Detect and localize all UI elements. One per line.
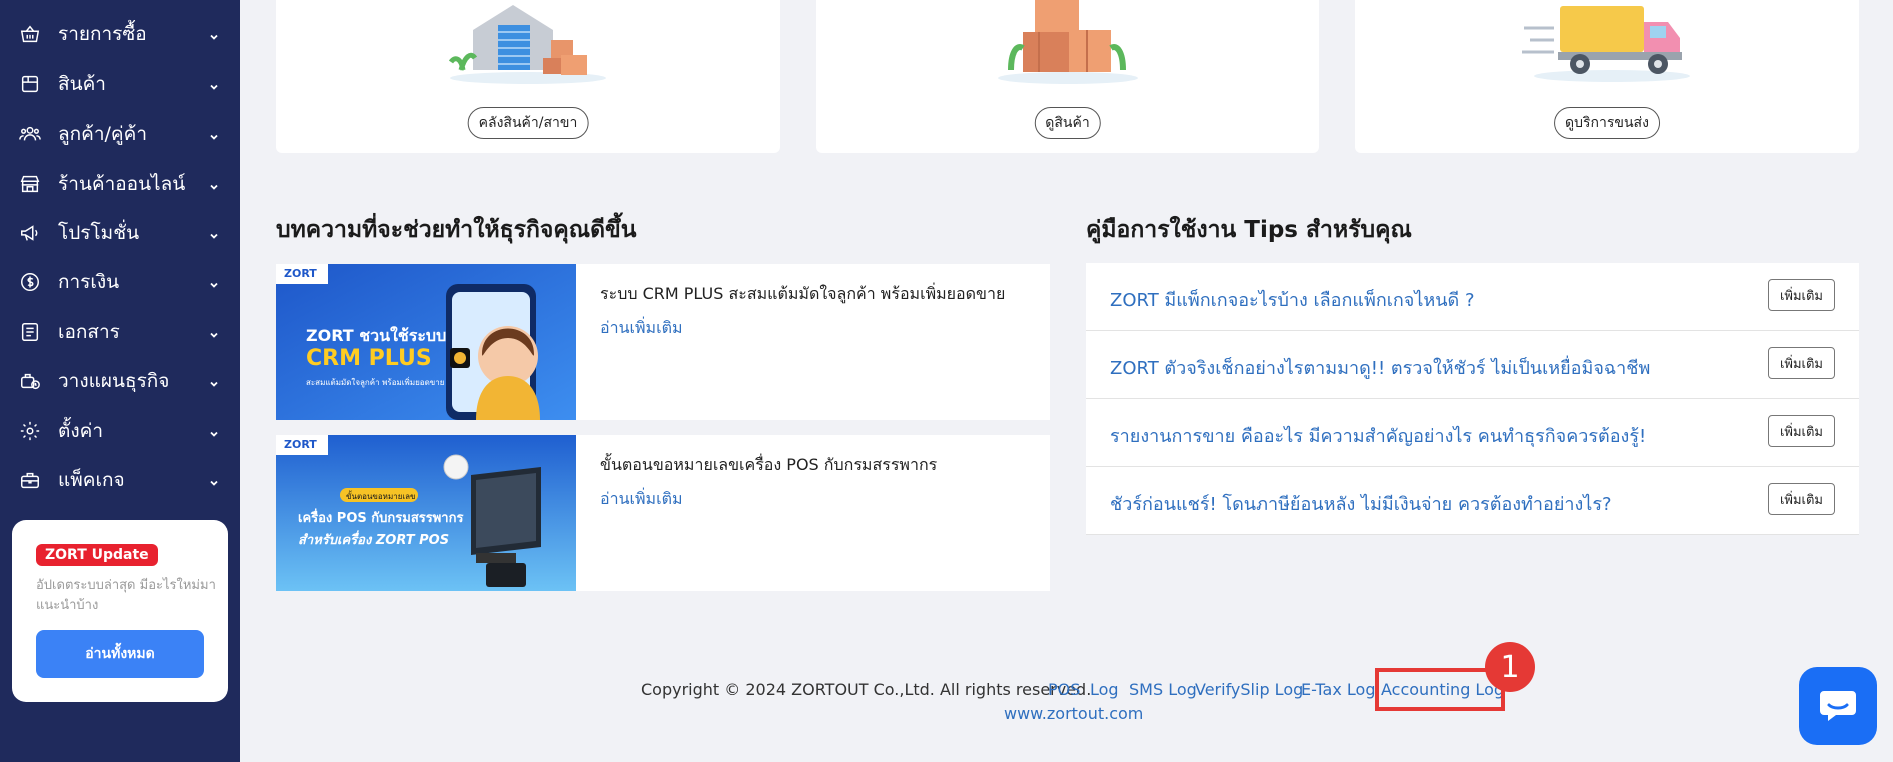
sidebar-item-label: ร้านค้าออนไลน์ [58, 173, 186, 195]
zort-logo: ZORT [284, 267, 317, 280]
tip-link[interactable]: รายงานการขาย คืออะไร มีความสำคัญอย่างไร … [1110, 421, 1646, 450]
sidebar-item-products[interactable]: สินค้า [0, 64, 240, 104]
articles-section-title: บทความที่จะช่วยทำให้ธุรกิจคุณดีขึ้น [276, 217, 637, 243]
article-thumbnail[interactable]: ZORT ขั้นตอนขอหมายเลข เครื่อง POS กับกรม… [276, 435, 576, 591]
tip-link[interactable]: ZORT ตัวจริงเช็กอย่างไรตามมาดู!! ตรวจให้… [1110, 353, 1650, 382]
chevron-down-icon [208, 326, 220, 338]
products-card: ดูสินค้า [816, 0, 1319, 153]
update-badge: ZORT Update [36, 544, 158, 566]
more-button[interactable]: เพิ่มเติม [1768, 415, 1835, 447]
sidebar-item-label: แพ็คเกจ [58, 469, 125, 491]
megaphone-icon [18, 221, 42, 245]
tip-link[interactable]: ชัวร์ก่อนแชร์! โดนภาษีย้อนหลัง ไม่มีเงิน… [1110, 489, 1612, 518]
planning-icon [18, 369, 42, 393]
sidebar-item-purchases[interactable]: รายการซื้อ [0, 14, 240, 54]
chevron-down-icon [208, 178, 220, 190]
tips-list: ZORT มีแพ็กเกจอะไรบ้าง เลือกแพ็กเกจไหนดี… [1086, 263, 1859, 535]
store-icon [18, 172, 42, 196]
dollar-icon [18, 270, 42, 294]
sidebar-item-label: การเงิน [58, 271, 120, 293]
article-title: ขั้นตอนขอหมายเลขเครื่อง POS กับกรมสรรพาก… [600, 455, 938, 474]
sidebar: รายการซื้อ สินค้า ลูกค้า/คู่ค้า ร้านค้าอ… [0, 0, 240, 762]
read-all-button[interactable]: อ่านทั้งหมด [36, 630, 204, 678]
sidebar-item-label: วางแผนธุรกิจ [58, 370, 170, 392]
users-icon [18, 122, 42, 146]
view-shipping-button[interactable]: ดูบริการขนส่ง [1554, 107, 1660, 139]
tip-link[interactable]: ZORT มีแพ็กเกจอะไรบ้าง เลือกแพ็กเกจไหนดี… [1110, 285, 1475, 314]
zort-logo: ZORT [284, 438, 317, 451]
sidebar-item-label: เอกสาร [58, 321, 120, 343]
sidebar-item-business-planning[interactable]: วางแผนธุรกิจ [0, 361, 240, 401]
gear-icon [18, 419, 42, 443]
sidebar-item-label: ลูกค้า/คู่ค้า [58, 123, 148, 145]
chevron-down-icon [208, 474, 220, 486]
article-card: ZORT ZORT ชวนใช้ระบบ CRM PLUS สะสมแต้มมั… [276, 264, 1050, 420]
article-card: ZORT ขั้นตอนขอหมายเลข เครื่อง POS กับกรม… [276, 435, 1050, 591]
step-badge: 1 [1485, 642, 1535, 692]
chevron-down-icon [208, 227, 220, 239]
warehouse-card: คลังสินค้า/สาขา [276, 0, 780, 153]
thumb-line2: CRM PLUS [306, 346, 432, 371]
footer-link-sms-log[interactable]: SMS Log [1129, 680, 1197, 699]
footer-website-link[interactable]: www.zortout.com [1004, 704, 1143, 723]
sidebar-item-finance[interactable]: การเงิน [0, 262, 240, 302]
box-icon [18, 72, 42, 96]
list-item: ZORT มีแพ็กเกจอะไรบ้าง เลือกแพ็กเกจไหนดี… [1086, 263, 1859, 331]
footer-link-pos[interactable]: POS [1048, 680, 1080, 699]
footer-link-log[interactable]: Log [1090, 680, 1119, 699]
sidebar-item-label: โปรโมชั่น [58, 222, 140, 244]
sidebar-item-documents[interactable]: เอกสาร [0, 312, 240, 352]
chevron-down-icon [208, 425, 220, 437]
basket-icon [18, 22, 42, 46]
view-products-button[interactable]: ดูสินค้า [1034, 107, 1101, 139]
sidebar-item-settings[interactable]: ตั้งค่า [0, 411, 240, 451]
more-button[interactable]: เพิ่มเติม [1768, 279, 1835, 311]
read-more-link[interactable]: อ่านเพิ่มเติม [600, 316, 683, 341]
footer-link-etax-log[interactable]: E-Tax Log [1301, 680, 1375, 699]
warehouse-illustration [448, 5, 606, 84]
boxes-illustration [997, 0, 1138, 84]
article-thumbnail[interactable]: ZORT ZORT ชวนใช้ระบบ CRM PLUS สะสมแต้มมั… [276, 264, 576, 420]
warehouse-branch-button[interactable]: คลังสินค้า/สาขา [467, 107, 589, 139]
thumb-line3: สะสมแต้มมัดใจลูกค้า พร้อมเพิ่มยอดขาย [306, 378, 445, 387]
sidebar-item-label: รายการซื้อ [58, 23, 147, 45]
document-icon [18, 320, 42, 344]
list-item: รายงานการขาย คืออะไร มีความสำคัญอย่างไร … [1086, 399, 1859, 467]
update-description: อัปเดตระบบล่าสุด มีอะไรใหม่มาแนะนำบ้าง [36, 578, 216, 613]
shipping-card: ดูบริการขนส่ง [1355, 0, 1859, 153]
sidebar-item-package[interactable]: แพ็คเกจ [0, 460, 240, 500]
chevron-down-icon [208, 375, 220, 387]
article-title: ระบบ CRM PLUS สะสมแต้มมัดใจลูกค้า พร้อมเ… [600, 284, 1006, 303]
thumb-line2: สำหรับเครื่อง ZORT POS [298, 533, 450, 548]
truck-illustration [1522, 6, 1690, 82]
tips-section-title: คู่มือการใช้งาน Tips สำหรับคุณ [1086, 217, 1412, 243]
more-button[interactable]: เพิ่มเติม [1768, 347, 1835, 379]
chevron-down-icon [208, 276, 220, 288]
sidebar-item-label: สินค้า [58, 73, 106, 95]
package-icon [18, 468, 42, 492]
list-item: ZORT ตัวจริงเช็กอย่างไรตามมาดู!! ตรวจให้… [1086, 331, 1859, 399]
read-more-link[interactable]: อ่านเพิ่มเติม [600, 487, 683, 512]
copyright-text: Copyright © 2024 ZORTOUT Co.,Ltd. All ri… [641, 680, 1092, 699]
zort-update-card: ZORT Update อัปเดตระบบล่าสุด มีอะไรใหม่ม… [12, 520, 228, 702]
thumb-line1: เครื่อง POS กับกรมสรรพากร [298, 511, 464, 526]
chevron-down-icon [208, 128, 220, 140]
sidebar-item-online-store[interactable]: ร้านค้าออนไลน์ [0, 164, 240, 204]
footer-link-verifyslip-log[interactable]: VerifySlip Log [1195, 680, 1303, 699]
chat-button[interactable] [1799, 667, 1877, 745]
chevron-down-icon [208, 78, 220, 90]
chevron-down-icon [208, 28, 220, 40]
chat-icon [1820, 691, 1856, 721]
sidebar-item-promotions[interactable]: โปรโมชั่น [0, 213, 240, 253]
sidebar-item-label: ตั้งค่า [58, 420, 103, 442]
list-item: ชัวร์ก่อนแชร์! โดนภาษีย้อนหลัง ไม่มีเงิน… [1086, 467, 1859, 535]
more-button[interactable]: เพิ่มเติม [1768, 483, 1835, 515]
sidebar-item-customers[interactable]: ลูกค้า/คู่ค้า [0, 114, 240, 154]
thumb-line0: ขั้นตอนขอหมายเลข [346, 492, 416, 501]
